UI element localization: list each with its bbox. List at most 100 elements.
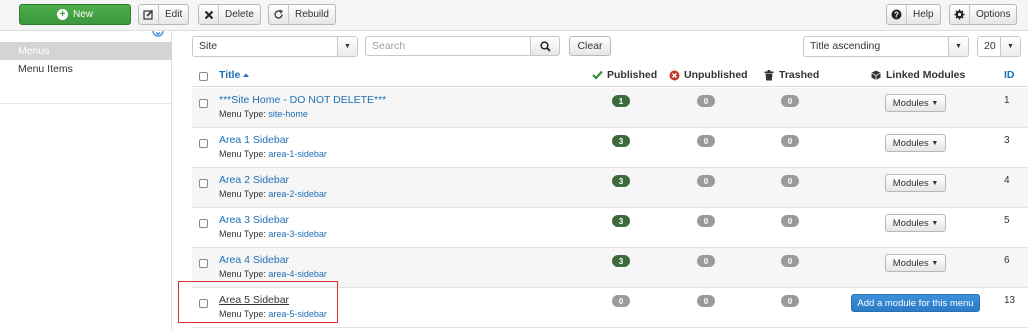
menu-type-value[interactable]: site-home xyxy=(268,109,308,119)
table-row: Area 3 Sidebar Menu Type: area-3-sidebar… xyxy=(192,208,1028,248)
published-count-badge[interactable]: 3 xyxy=(612,175,630,187)
modules-dropdown-button[interactable]: Modules ▼ xyxy=(885,254,946,272)
unpublished-count-badge[interactable]: 0 xyxy=(697,95,715,107)
delete-button[interactable]: Delete xyxy=(198,4,261,25)
trashed-count-badge[interactable]: 0 xyxy=(781,255,799,267)
menu-type-label: Menu Type: xyxy=(219,149,266,159)
unpublished-column-header[interactable]: Unpublished xyxy=(669,69,748,81)
menu-type-value[interactable]: area-2-sidebar xyxy=(268,189,327,199)
title-column-header[interactable]: Title xyxy=(219,69,250,81)
modules-dropdown-button[interactable]: Modules ▼ xyxy=(885,174,946,192)
gear-icon xyxy=(950,5,970,24)
edit-icon xyxy=(139,5,159,24)
menu-id: 13 xyxy=(1004,295,1016,306)
published-count-badge[interactable]: 1 xyxy=(612,95,630,107)
menu-type-value[interactable]: area-3-sidebar xyxy=(268,229,327,239)
row-checkbox[interactable] xyxy=(199,139,208,148)
table-row: Area 1 Sidebar Menu Type: area-1-sidebar… xyxy=(192,128,1028,168)
sidebar-divider xyxy=(0,103,172,104)
question-icon: ? xyxy=(887,5,907,24)
row-checkbox[interactable] xyxy=(199,99,208,108)
menu-type: Menu Type: area-2-sidebar xyxy=(219,189,327,199)
linked-modules-column-header[interactable]: Linked Modules xyxy=(871,69,965,81)
menu-type: Menu Type: area-4-sidebar xyxy=(219,269,327,279)
unpublished-count-badge[interactable]: 0 xyxy=(697,215,715,227)
row-checkbox[interactable] xyxy=(199,219,208,228)
modules-dropdown-button[interactable]: Modules ▼ xyxy=(885,214,946,232)
rebuild-button[interactable]: Rebuild xyxy=(268,4,336,25)
modules-button-label: Modules xyxy=(892,217,929,229)
sidebar-item-menu-items[interactable]: Menu Items xyxy=(0,60,172,78)
menu-id: 5 xyxy=(1004,215,1010,226)
sidebar-item-label: Menu Items xyxy=(18,63,73,75)
check-icon xyxy=(592,70,603,80)
trashed-count-badge[interactable]: 0 xyxy=(781,135,799,147)
sidebar-item-menus[interactable]: Menus xyxy=(0,42,172,60)
trashed-count-badge[interactable]: 0 xyxy=(781,215,799,227)
highlight-box xyxy=(178,281,338,323)
published-count-badge[interactable]: 3 xyxy=(612,255,630,267)
trashed-count-badge[interactable]: 0 xyxy=(781,95,799,107)
menu-id: 3 xyxy=(1004,135,1010,146)
menu-title-link[interactable]: Area 1 Sidebar xyxy=(219,134,289,146)
id-column-header[interactable]: ID xyxy=(1004,69,1015,81)
modules-button-label: Modules xyxy=(892,257,929,269)
sort-select[interactable]: Title ascending ▼ xyxy=(803,36,969,57)
plus-icon: + xyxy=(56,9,68,20)
new-button[interactable]: + New xyxy=(19,4,131,25)
published-column-header[interactable]: Published xyxy=(592,69,657,81)
refresh-icon xyxy=(269,5,289,24)
menu-id: 6 xyxy=(1004,255,1010,266)
clear-button-label: Clear xyxy=(577,40,603,52)
trashed-count-badge[interactable]: 0 xyxy=(781,175,799,187)
menu-title-link[interactable]: Area 2 Sidebar xyxy=(219,174,289,186)
unpublished-count-badge[interactable]: 0 xyxy=(697,295,715,307)
modules-dropdown-button[interactable]: Modules ▼ xyxy=(885,134,946,152)
sort-select-value: Title ascending xyxy=(810,40,881,52)
menu-id: 4 xyxy=(1004,175,1010,186)
table-header: Title Published Unpublished Trashed Link… xyxy=(192,64,1028,87)
toolbar: + New Edit Delete Rebuild ? Help Options xyxy=(0,0,1028,31)
unpublish-icon xyxy=(669,70,680,80)
published-count-badge[interactable]: 3 xyxy=(612,215,630,227)
menu-type-value[interactable]: area-1-sidebar xyxy=(268,149,327,159)
edit-button[interactable]: Edit xyxy=(138,4,190,25)
unpublished-count-badge[interactable]: 0 xyxy=(697,135,715,147)
published-count-badge[interactable]: 0 xyxy=(612,295,630,307)
search-input[interactable] xyxy=(365,36,531,56)
select-all-checkbox[interactable] xyxy=(199,72,208,81)
modules-button-label: Modules xyxy=(892,177,929,189)
edit-button-label: Edit xyxy=(165,9,183,20)
menu-type: Menu Type: area-1-sidebar xyxy=(219,149,327,159)
sidebar-toggle-icon[interactable] xyxy=(151,31,164,42)
limit-select[interactable]: 20 ▼ xyxy=(977,36,1021,57)
published-count-badge[interactable]: 3 xyxy=(612,135,630,147)
clear-button[interactable]: Clear xyxy=(569,36,611,56)
site-select-value: Site xyxy=(199,40,218,52)
add-module-button[interactable]: Add a module for this menu xyxy=(851,294,980,312)
search-button[interactable] xyxy=(530,36,560,56)
options-button-label: Options xyxy=(976,9,1011,20)
trashed-column-header[interactable]: Trashed xyxy=(764,69,819,81)
sort-ascending-icon xyxy=(243,73,250,77)
trashed-count-badge[interactable]: 0 xyxy=(781,295,799,307)
site-select[interactable]: Site ▼ xyxy=(192,36,358,57)
menu-title-link[interactable]: ***Site Home - DO NOT DELETE*** xyxy=(219,94,386,106)
menu-id: 1 xyxy=(1004,95,1010,106)
help-button[interactable]: ? Help xyxy=(886,4,941,25)
menu-title-link[interactable]: Area 4 Sidebar xyxy=(219,254,289,266)
limit-select-value: 20 xyxy=(984,40,996,52)
trash-icon xyxy=(764,69,774,80)
row-checkbox[interactable] xyxy=(199,259,208,268)
unpublished-count-badge[interactable]: 0 xyxy=(697,255,715,267)
linked-modules-header-label: Linked Modules xyxy=(886,69,966,81)
id-header-label: ID xyxy=(1004,69,1015,81)
modules-dropdown-button[interactable]: Modules ▼ xyxy=(885,94,946,112)
options-button[interactable]: Options xyxy=(949,4,1018,25)
menu-title-link[interactable]: Area 3 Sidebar xyxy=(219,214,289,226)
unpublished-count-badge[interactable]: 0 xyxy=(697,175,715,187)
table-row: ***Site Home - DO NOT DELETE*** Menu Typ… xyxy=(192,88,1028,128)
menu-type-value[interactable]: area-4-sidebar xyxy=(268,269,327,279)
row-checkbox[interactable] xyxy=(199,179,208,188)
cube-icon xyxy=(871,70,881,80)
